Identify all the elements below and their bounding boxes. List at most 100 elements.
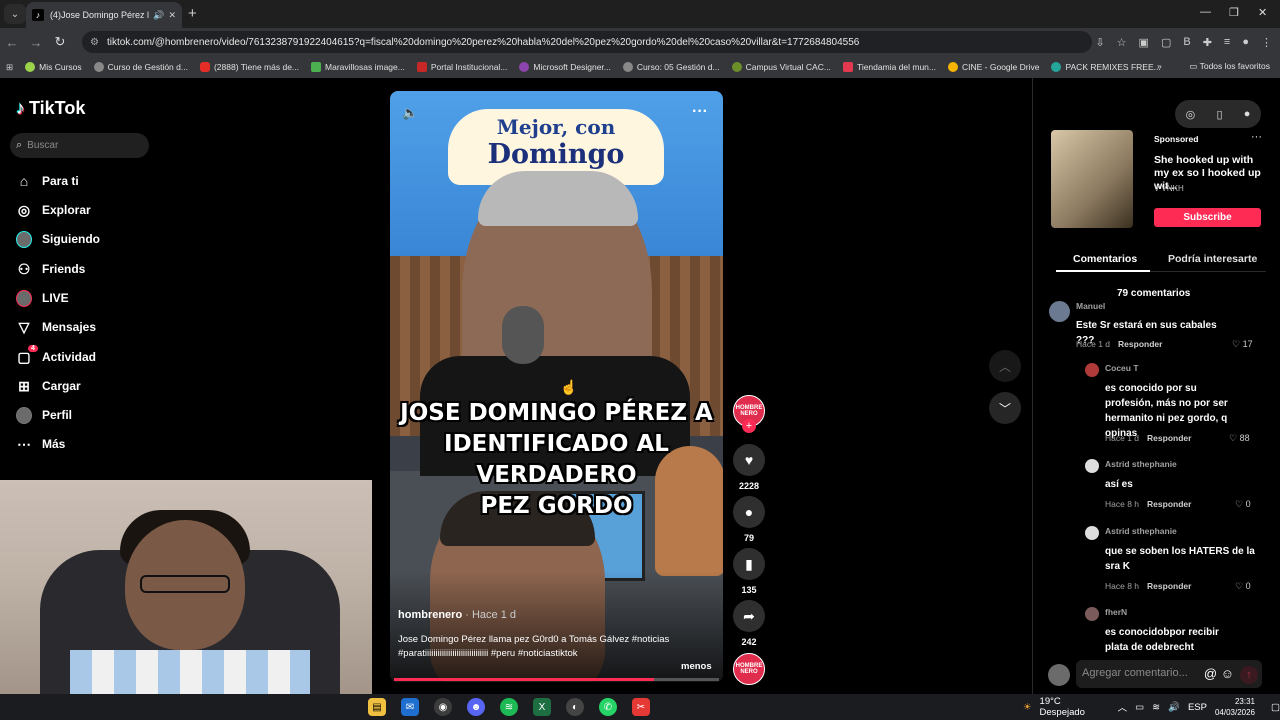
browser-tab[interactable]: ♪ (4)Jose Domingo Pérez llam 🔊 ✕ xyxy=(26,2,182,28)
forward-icon[interactable]: → xyxy=(24,35,48,50)
more-bookmarks-icon[interactable]: » xyxy=(1157,61,1162,71)
bookmark-item[interactable]: Portal Institucional... xyxy=(416,62,507,72)
wifi-icon[interactable]: ≋ xyxy=(1152,702,1160,713)
sidebar-item-perfil[interactable]: Perfil xyxy=(16,406,72,424)
like-button[interactable]: ♥ 2228 xyxy=(731,444,767,491)
previous-video-button[interactable]: ︿ xyxy=(989,350,1021,382)
chrome-menu-icon[interactable]: ⋮ xyxy=(1261,36,1272,49)
reading-list-icon[interactable]: ≡ xyxy=(1224,36,1230,48)
emoji-icon[interactable]: ☺ xyxy=(1221,666,1234,681)
bookmark-item[interactable]: Maravillosas image... xyxy=(311,62,405,72)
system-tray-chevron-icon[interactable]: ︿ xyxy=(1118,700,1128,714)
compass-icon[interactable]: ◎ xyxy=(1186,108,1196,121)
sound-disc[interactable]: HOMBRE NERO xyxy=(731,653,767,685)
search-input[interactable]: ⌕ Buscar xyxy=(10,133,149,158)
video-author[interactable]: hombrenero · Hace 1 d xyxy=(398,609,516,621)
commenter-avatar[interactable] xyxy=(1085,459,1099,473)
outlook-icon[interactable]: ✉ xyxy=(401,698,419,716)
mention-icon[interactable]: @ xyxy=(1204,666,1217,681)
commenter-name[interactable]: Manuel xyxy=(1076,301,1105,311)
sidebar-item-live[interactable]: LIVE xyxy=(16,289,69,307)
obs-icon[interactable]: ◐ xyxy=(566,698,584,716)
apps-grid-icon[interactable]: ⊞ xyxy=(6,62,13,73)
spotify-icon[interactable]: ≋ xyxy=(500,698,518,716)
comment-button[interactable]: ● 79 xyxy=(731,496,767,543)
video-player[interactable]: Mejor, con Domingo JOSE DOMINGO PÉREZ A … xyxy=(390,91,723,682)
sidebar-item-actividad[interactable]: ▢ 4 Actividad xyxy=(16,345,96,365)
sidebar-item-cargar[interactable]: ⊞ Cargar xyxy=(16,378,81,394)
send-icon[interactable]: ↑ xyxy=(1240,666,1258,684)
collapse-description-button[interactable]: menos xyxy=(681,661,712,672)
all-bookmarks-folder[interactable]: ▭ Todos los favoritos xyxy=(1189,61,1270,72)
sidebar-item-siguiendo[interactable]: Siguiendo xyxy=(16,230,100,248)
share-button[interactable]: ➦ 242 xyxy=(731,600,767,647)
tiktok-logo[interactable]: ♪ TikTok xyxy=(16,98,85,119)
save-button[interactable]: ▮ 135 xyxy=(731,548,767,595)
discord-icon[interactable]: ☻ xyxy=(467,698,485,716)
reply-button[interactable]: Responder xyxy=(1147,433,1191,443)
whatsapp-icon[interactable]: ✆ xyxy=(599,698,617,716)
profile-avatar-icon[interactable]: ● xyxy=(1242,36,1249,48)
user-avatar[interactable]: ● xyxy=(1244,108,1251,120)
close-window-icon[interactable]: ✕ xyxy=(1258,6,1267,19)
extension-1-icon[interactable]: ▣ xyxy=(1139,36,1149,49)
commenter-name[interactable]: Coceu T xyxy=(1105,363,1139,373)
ad-options-icon[interactable]: ··· xyxy=(1251,131,1262,143)
new-tab-icon[interactable]: + xyxy=(188,5,197,22)
tab-search-button[interactable]: ⌄ xyxy=(4,4,26,24)
weather-icon[interactable]: ☀ xyxy=(1023,702,1032,713)
ad-thumbnail[interactable] xyxy=(1051,130,1133,228)
commenter-avatar[interactable] xyxy=(1085,607,1099,621)
sidebar-item-mensajes[interactable]: ▽ Mensajes xyxy=(16,319,96,335)
author-name[interactable]: hombrenero xyxy=(398,609,462,621)
comment-like-button[interactable]: ♡ 0 xyxy=(1235,581,1251,592)
clock[interactable]: 23:31 04/03/2026 xyxy=(1215,696,1255,718)
commenter-name[interactable]: Astrid sthephanie xyxy=(1105,459,1177,469)
reply-button[interactable]: Responder xyxy=(1147,499,1191,509)
next-video-button[interactable]: ﹀ xyxy=(989,392,1021,424)
commenter-name[interactable]: fherN xyxy=(1105,607,1127,617)
bookmark-item[interactable]: (2888) Tiene más de... xyxy=(199,62,299,72)
notifications-icon[interactable]: ▢ xyxy=(1271,702,1280,713)
sidebar-item-mas[interactable]: ⋯ Más xyxy=(16,436,65,452)
bookmark-item[interactable]: Curso de Gestión d... xyxy=(93,62,188,72)
close-tab-icon[interactable]: ✕ xyxy=(168,10,176,21)
video-progress-bar[interactable] xyxy=(394,678,719,681)
commenter-name[interactable]: Astrid sthephanie xyxy=(1105,526,1177,536)
speaker-icon[interactable]: 🔊 xyxy=(153,10,164,21)
bookmark-item[interactable]: CINE - Google Drive xyxy=(948,62,1039,72)
sidebar-item-para-ti[interactable]: ⌂ Para ti xyxy=(16,173,79,189)
comment-like-button[interactable]: ♡ 88 xyxy=(1229,433,1250,444)
reload-icon[interactable]: ↻ xyxy=(48,34,72,50)
extension-2-icon[interactable]: ▢ xyxy=(1161,36,1171,49)
tab-podria-interesarte[interactable]: Podría interesarte xyxy=(1168,253,1257,265)
back-icon[interactable]: ← xyxy=(0,35,24,50)
minimize-icon[interactable]: — xyxy=(1200,6,1211,18)
network-icon[interactable]: ▭ xyxy=(1135,702,1144,713)
phone-icon[interactable]: ▯ xyxy=(1216,108,1222,121)
bookmark-item[interactable]: Curso: 05 Gestión d... xyxy=(622,62,720,72)
bookmark-star-icon[interactable]: ☆ xyxy=(1117,36,1127,49)
commenter-avatar[interactable] xyxy=(1049,301,1070,322)
video-more-options-icon[interactable]: ··· xyxy=(692,103,708,121)
file-explorer-icon[interactable]: ▤ xyxy=(368,698,386,716)
language-indicator[interactable]: ESP xyxy=(1188,702,1207,713)
extension-3-icon[interactable]: B xyxy=(1183,36,1190,48)
bookmark-item[interactable]: PACK REMIXES FREE... xyxy=(1051,62,1161,72)
bookmark-item[interactable]: Mis Cursos xyxy=(25,62,82,72)
excel-icon[interactable]: X xyxy=(533,698,551,716)
site-info-icon[interactable]: ⚙ xyxy=(90,37,99,48)
tab-comentarios[interactable]: Comentarios xyxy=(1073,253,1137,265)
volume-tray-icon[interactable]: 🔊 xyxy=(1168,702,1180,713)
subscribe-button[interactable]: Subscribe xyxy=(1154,208,1261,227)
sidebar-item-friends[interactable]: ⚇ Friends xyxy=(16,261,86,277)
address-bar[interactable]: ⚙ tiktok.com/@hombrenero/video/761323879… xyxy=(82,31,1092,53)
reply-button[interactable]: Responder xyxy=(1118,339,1162,349)
bookmark-item[interactable]: Microsoft Designer... xyxy=(519,62,611,72)
bookmark-item[interactable]: Campus Virtual CAC... xyxy=(731,62,831,72)
commenter-avatar[interactable] xyxy=(1085,526,1099,540)
snipping-tool-icon[interactable]: ✂ xyxy=(632,698,650,716)
commenter-avatar[interactable] xyxy=(1085,363,1099,377)
comment-like-button[interactable]: ♡ 17 xyxy=(1232,339,1253,350)
follow-plus-icon[interactable]: + xyxy=(742,419,756,433)
